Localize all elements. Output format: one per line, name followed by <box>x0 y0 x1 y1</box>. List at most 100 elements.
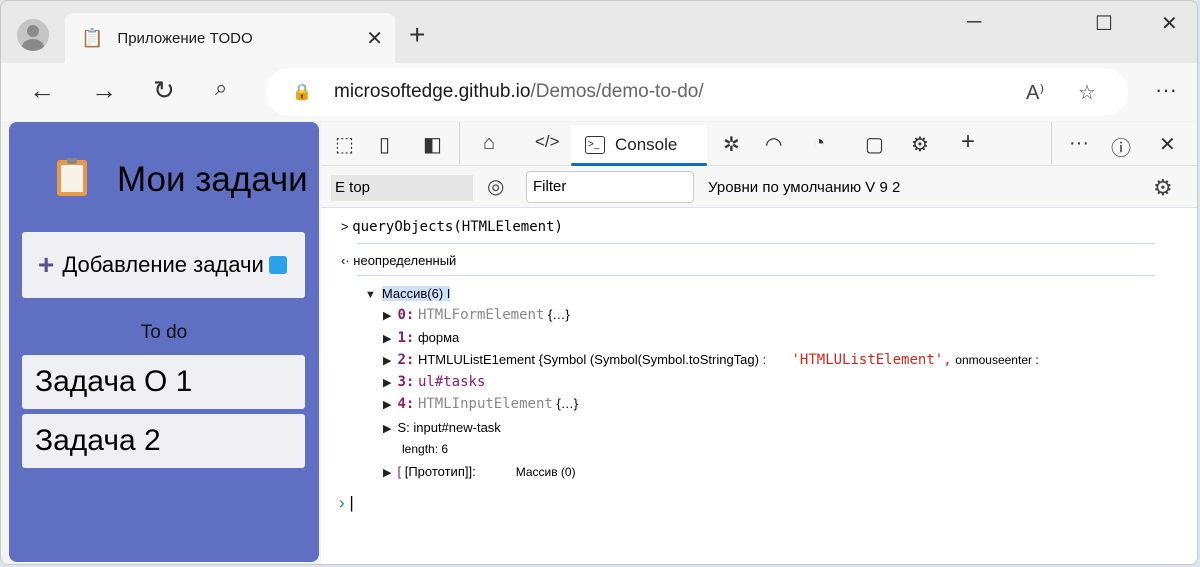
back-icon[interactable]: ← <box>29 75 55 106</box>
plus-icon: + <box>38 249 55 280</box>
more-options-icon[interactable]: ··· <box>1069 132 1089 155</box>
submit-icon <box>269 256 287 274</box>
search-icon[interactable]: ⌕ <box>215 75 227 101</box>
close-window-icon[interactable]: ✕ <box>1161 11 1178 36</box>
item-value: HTMLInputElement <box>417 396 553 412</box>
console-prompt[interactable]: › | <box>339 493 354 513</box>
array-item[interactable]: ▶ S: input#new-task <box>383 420 501 435</box>
add-task-button[interactable]: + Добавление задачи <box>22 232 305 298</box>
result-arrow-icon: ‹· <box>341 253 350 268</box>
dock-icon[interactable]: ◧ <box>423 132 442 157</box>
live-expression-eye-icon[interactable]: ◎ <box>487 174 504 199</box>
network-wifi-icon[interactable]: ◠ <box>765 132 782 157</box>
clipboard-icon: 📋 <box>81 27 104 48</box>
clipboard-icon <box>57 158 87 196</box>
item-value: S: input#new-task <box>397 420 501 435</box>
address-bar[interactable]: 🔒 microsoftedge.github.io/Demos/demo-to-d… <box>266 68 1128 116</box>
tab-console[interactable]: >_ Console <box>571 125 707 166</box>
memory-chip-icon[interactable]: ⚙ <box>911 132 929 157</box>
browser-window: 📋 Приложение TODO ✕ + ─ ☐ ✕ ← → ↻ ⌕ 🔒 micro… <box>0 0 1198 565</box>
item-suffix: {…} <box>548 307 570 322</box>
proto-value: Массив (0) <box>515 465 576 479</box>
divider <box>459 122 460 164</box>
console-input-echo: queryObjects(HTMLElement) <box>352 219 563 235</box>
address-row: ← → ↻ ⌕ 🔒 microsoftedge.github.io/Demos/d… <box>1 63 1197 121</box>
console-icon: >_ <box>585 136 605 154</box>
context-selector[interactable]: E top <box>331 175 473 201</box>
more-menu-icon[interactable]: ··· <box>1155 77 1177 103</box>
url-host: microsoftedge.github.io <box>334 81 531 102</box>
collapsed-triangle-icon: ▶ <box>383 333 392 345</box>
item-index: 2: <box>397 352 415 368</box>
log-levels-dropdown[interactable]: Уровни по умолчанию V 9 2 <box>708 179 900 196</box>
bug-icon[interactable]: ✲ <box>723 132 740 157</box>
refresh-icon[interactable]: ↻ <box>153 75 175 106</box>
item-index: 1: <box>397 330 415 346</box>
array-item[interactable]: ▶ 0: HTMLFormElement {…} <box>383 307 570 323</box>
item-value: HTMLUListE1ement {Symbol (Symbol(Symbol.… <box>417 352 767 367</box>
collapsed-triangle-icon: ▶ <box>383 399 392 411</box>
section-heading: To do <box>140 322 188 343</box>
divider <box>1051 122 1052 164</box>
devtools-panel: ⬚ ▯ ◧ ⌂ </> >_ Console ✲ ◠ ◔ ▢ ⚙ + ··· ⓘ … <box>321 122 1197 564</box>
settings-gear-icon[interactable]: ⚙ <box>1153 175 1173 201</box>
array-item[interactable]: ▶ 2: HTMLUListE1ement {Symbol (Symbol(Sym… <box>383 352 1039 368</box>
divider <box>357 243 1155 244</box>
array-item[interactable]: ▶ 4: HTMLInputElement {…} <box>383 396 578 412</box>
array-item[interactable]: ▶ 3: ul#tasks <box>383 374 485 390</box>
array-node[interactable]: ▼ Массив(6) I <box>365 286 451 301</box>
profile-avatar[interactable] <box>17 19 49 51</box>
forward-icon[interactable]: → <box>91 75 117 106</box>
prototype-node[interactable]: ▶ [ [Прототип]]: Массив (0) <box>383 464 576 479</box>
minimize-icon[interactable]: ─ <box>967 11 981 34</box>
proto-label: [Прототип]]: <box>404 464 476 479</box>
favorite-star-icon[interactable]: ☆ <box>1078 80 1096 105</box>
collapsed-triangle-icon: ▶ <box>383 423 392 435</box>
proto-bracket: [ <box>397 464 402 479</box>
item-value: форма <box>417 330 460 345</box>
item-index: 3: <box>397 374 415 390</box>
devtools-toolbar: ⬚ ▯ ◧ ⌂ </> >_ Console ✲ ◠ ◔ ▢ ⚙ + ··· ⓘ … <box>321 122 1197 166</box>
home-icon[interactable]: ⌂ <box>483 132 495 155</box>
task-item[interactable]: Задача 2 <box>22 414 305 468</box>
tab-bar: 📋 Приложение TODO ✕ + ─ ☐ ✕ <box>1 1 1197 63</box>
new-tab-icon[interactable]: + <box>409 19 425 51</box>
tab-title: Приложение TODO <box>117 29 253 47</box>
url-path: /Demos/demo-to-do/ <box>530 81 704 102</box>
item-value: ul#tasks <box>417 374 486 390</box>
collapsed-triangle-icon: ▶ <box>383 377 392 389</box>
more-tools-plus-icon[interactable]: + <box>961 128 975 156</box>
console-toolbar: E top ◎ Filter Уровни по умолчанию V 9 2… <box>321 166 1197 208</box>
collapsed-triangle-icon: ▶ <box>383 355 392 367</box>
inspect-icon[interactable]: ⬚ <box>335 132 354 157</box>
array-item[interactable]: ▶ 1: форма <box>383 330 459 346</box>
elements-icon[interactable]: </> <box>535 132 560 152</box>
browser-tab[interactable]: 📋 Приложение TODO ✕ <box>65 13 395 63</box>
app-title: Мои задачи <box>117 160 308 199</box>
close-tab-icon[interactable]: ✕ <box>366 26 383 51</box>
help-icon[interactable]: ⓘ <box>1111 132 1131 161</box>
application-icon[interactable]: ▢ <box>865 132 884 157</box>
item-extra: onmouseenter : <box>955 353 1039 367</box>
todo-app: Мои задачи + Добавление задачи To do Зада… <box>9 122 319 562</box>
close-devtools-icon[interactable]: ✕ <box>1159 132 1176 157</box>
array-label: Массив(6) I <box>381 286 451 301</box>
add-task-label: Добавление задачи <box>62 252 264 277</box>
item-suffix: {…} <box>556 396 579 411</box>
array-length: length: 6 <box>402 442 449 456</box>
filter-input[interactable]: Filter <box>526 171 694 203</box>
performance-icon[interactable]: ◔ <box>813 132 825 155</box>
maximize-icon[interactable]: ☐ <box>1095 11 1113 36</box>
item-index: 0: <box>397 307 415 323</box>
read-aloud-icon[interactable]: A⁾ <box>1026 80 1044 105</box>
expanded-triangle-icon: ▼ <box>365 289 376 301</box>
collapsed-triangle-icon: ▶ <box>383 310 392 322</box>
device-emulation-icon[interactable]: ▯ <box>379 132 390 157</box>
console-tab-label: Console <box>615 135 678 154</box>
item-index: 4: <box>397 396 415 412</box>
input-prompt-icon: > <box>341 219 349 234</box>
item-string: 'HTMLUListElement', <box>791 352 952 368</box>
result-value: неопределенный <box>353 253 457 268</box>
item-value: HTMLFormElement <box>417 307 545 323</box>
task-item[interactable]: Задача О 1 <box>22 355 305 409</box>
